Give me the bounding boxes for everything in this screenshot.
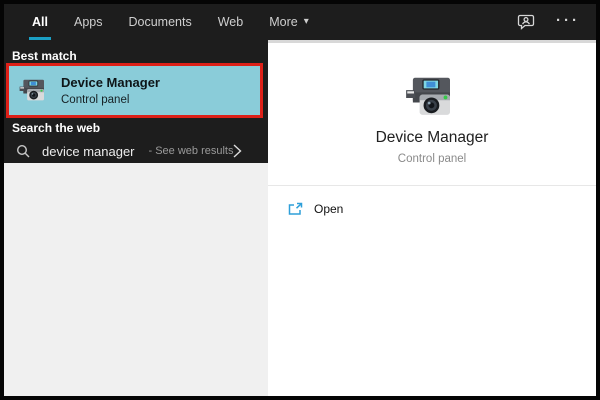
tab-more[interactable]: More ▾: [269, 4, 309, 40]
preview-title: Device Manager: [268, 129, 596, 147]
filter-tabs: All Apps Documents Web More ▾: [4, 4, 596, 40]
open-external-icon: [288, 202, 303, 216]
chevron-right-icon: [233, 144, 242, 158]
tab-all-label: All: [32, 15, 48, 29]
results-panel-empty-area: [4, 163, 268, 396]
open-action-label: Open: [314, 202, 343, 216]
tab-web[interactable]: Web: [218, 4, 243, 40]
tab-more-label: More: [269, 15, 297, 29]
results-panel: Best match Device Manager Control panel …: [4, 40, 268, 163]
preview-subtitle: Control panel: [268, 153, 596, 165]
windows-search-screenshot: All Apps Documents Web More ▾: [0, 0, 600, 400]
chevron-down-icon: ▾: [304, 17, 309, 27]
search-filter-bar: All Apps Documents Web More ▾: [4, 4, 596, 40]
tab-apps-label: Apps: [74, 15, 103, 29]
annotation-highlight-box: Device Manager Control panel: [6, 63, 263, 118]
result-title: Device Manager: [61, 75, 160, 90]
device-manager-icon: [19, 76, 49, 106]
best-match-section-label: Best match: [12, 49, 77, 63]
tab-all[interactable]: All: [32, 4, 48, 40]
web-search-result-row[interactable]: device manager - See web results: [4, 138, 268, 164]
best-match-result-device-manager[interactable]: Device Manager Control panel: [9, 66, 260, 115]
search-web-section-label: Search the web: [12, 121, 100, 135]
open-action-button[interactable]: Open: [268, 195, 596, 223]
person-chat-icon[interactable]: [516, 12, 536, 32]
tab-web-label: Web: [218, 15, 243, 29]
result-subtitle: Control panel: [61, 94, 160, 107]
device-manager-icon-large: [405, 71, 459, 125]
web-hint-text: - See web results: [149, 145, 234, 157]
header-actions: ···: [516, 4, 580, 40]
tab-apps[interactable]: Apps: [74, 4, 103, 40]
tab-documents-label: Documents: [128, 15, 191, 29]
tab-documents[interactable]: Documents: [128, 4, 191, 40]
preview-panel: Device Manager Control panel Open: [268, 40, 596, 396]
search-icon: [16, 144, 30, 158]
more-options-icon[interactable]: ···: [556, 13, 580, 32]
preview-divider: [268, 185, 596, 186]
web-query-text: device manager: [42, 144, 135, 159]
